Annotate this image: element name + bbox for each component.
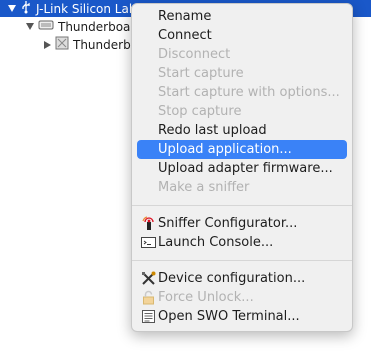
chip-icon — [55, 36, 69, 53]
menu-item-label: Make a sniffer — [158, 180, 250, 195]
menu-item-label: Open SWO Terminal... — [158, 309, 300, 324]
menu-item-make-sniffer: Make a sniffer — [137, 178, 347, 197]
menu-item-label: Sniffer Configurator... — [158, 216, 298, 231]
menu-item-sniffer-configurator[interactable]: Sniffer Configurator... — [137, 214, 347, 233]
tools-icon — [141, 271, 156, 286]
menu-item-label: Rename — [158, 9, 212, 24]
menu-item-start-capture-options: Start capture with options... — [137, 83, 347, 102]
menu-item-redo-last-upload[interactable]: Redo last upload — [137, 121, 347, 140]
menu-item-label: Upload application... — [158, 142, 292, 157]
menu-item-label: Stop capture — [158, 104, 242, 119]
sniffer-icon — [141, 216, 156, 231]
menu-item-stop-capture: Stop capture — [137, 102, 347, 121]
tree-label-jlink: J-Link Silicon Lab — [36, 1, 137, 16]
menu-item-label: Start capture — [158, 66, 244, 81]
disclosure-closed-icon[interactable] — [44, 40, 51, 49]
menu-item-label: Launch Console... — [158, 235, 274, 250]
menu-item-device-configuration[interactable]: Device configuration... — [137, 269, 347, 288]
menu-item-label: Upload adapter firmware... — [158, 161, 333, 176]
menu-separator — [132, 260, 352, 261]
menu-item-start-capture: Start capture — [137, 64, 347, 83]
context-menu: Rename Connect Disconnect Start capture … — [131, 3, 353, 332]
menu-item-upload-application[interactable]: Upload application... — [137, 140, 347, 159]
menu-item-launch-console[interactable]: Launch Console... — [137, 233, 347, 252]
board-icon — [38, 19, 54, 34]
menu-item-label: Disconnect — [158, 47, 231, 62]
menu-item-open-swo-terminal[interactable]: Open SWO Terminal... — [137, 307, 347, 326]
terminal-icon — [141, 309, 156, 324]
menu-item-force-unlock: Force Unlock... — [137, 288, 347, 307]
menu-item-disconnect: Disconnect — [137, 45, 347, 64]
console-icon — [141, 235, 156, 250]
menu-item-label: Start capture with options... — [158, 85, 340, 100]
lock-icon — [141, 290, 156, 305]
menu-item-label: Device configuration... — [158, 271, 306, 286]
menu-item-connect[interactable]: Connect — [137, 26, 347, 45]
menu-item-label: Connect — [158, 28, 212, 43]
disclosure-open-icon[interactable] — [8, 5, 16, 12]
menu-item-rename[interactable]: Rename — [137, 7, 347, 26]
menu-item-upload-adapter-firmware[interactable]: Upload adapter firmware... — [137, 159, 347, 178]
menu-separator — [132, 205, 352, 206]
disclosure-open-icon[interactable] — [26, 23, 34, 30]
menu-item-label: Force Unlock... — [158, 290, 254, 305]
usb-icon — [20, 0, 32, 17]
menu-item-label: Redo last upload — [158, 123, 267, 138]
